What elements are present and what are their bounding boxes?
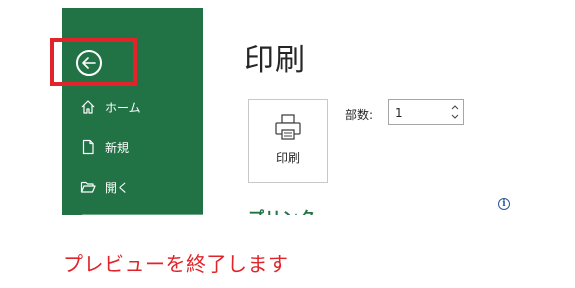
open-folder-icon xyxy=(79,178,97,196)
sidebar-item-label: 開く xyxy=(105,180,130,195)
copies-label: 部数: xyxy=(345,108,374,122)
page-title: 印刷 xyxy=(244,43,306,78)
sidebar-item-label: ホーム xyxy=(105,100,141,115)
home-icon xyxy=(79,98,97,116)
sidebar-item-new[interactable]: 新規 xyxy=(79,137,129,157)
new-document-icon xyxy=(79,138,97,156)
sidebar-divider xyxy=(82,214,203,215)
printer-section-header: プリンター xyxy=(248,204,333,215)
print-button[interactable]: 印刷 xyxy=(248,99,328,183)
copies-value: 1 xyxy=(395,106,403,120)
sidebar-item-open[interactable]: 開く xyxy=(79,177,129,197)
copies-stepper[interactable]: 1 xyxy=(388,99,464,125)
annotation-caption: プレビューを終了します xyxy=(63,252,289,276)
print-button-label: 印刷 xyxy=(275,151,300,165)
spin-arrows-icon[interactable] xyxy=(451,102,459,122)
print-pane: 印刷 印刷 部数: 1 i xyxy=(203,8,525,215)
tutorial-figure: ホーム 新規 開く 印刷 印刷 部数: 1 i プレビューを終了します xyxy=(0,0,575,288)
sidebar-item-home[interactable]: ホーム xyxy=(79,97,141,117)
sidebar-item-label: 新規 xyxy=(105,140,130,155)
info-icon[interactable]: i xyxy=(498,198,510,210)
printer-icon xyxy=(273,112,303,142)
highlight-box xyxy=(50,38,137,86)
